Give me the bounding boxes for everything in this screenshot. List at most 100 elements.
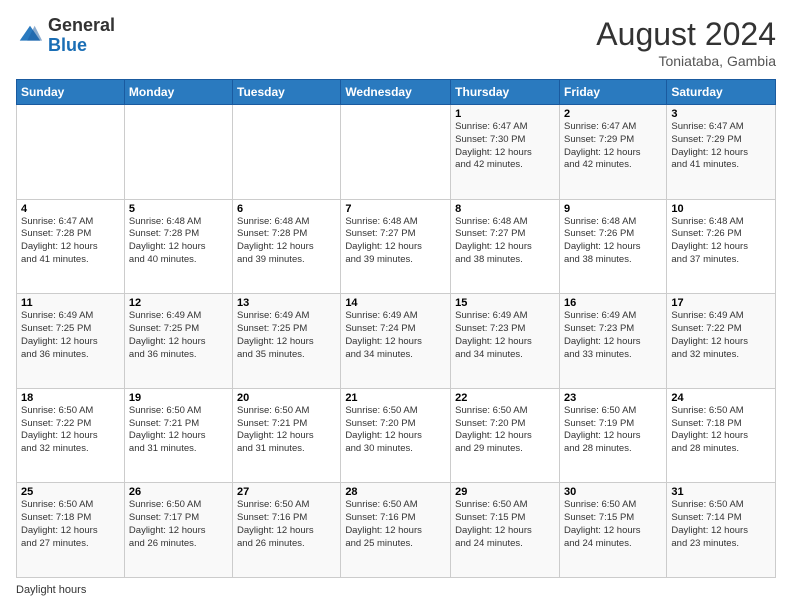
- day-number: 30: [564, 486, 662, 498]
- calendar-cell: 18Sunrise: 6:50 AM Sunset: 7:22 PM Dayli…: [17, 388, 125, 483]
- calendar-cell: 19Sunrise: 6:50 AM Sunset: 7:21 PM Dayli…: [124, 388, 232, 483]
- day-number: 4: [21, 203, 120, 215]
- day-info: Sunrise: 6:48 AM Sunset: 7:28 PM Dayligh…: [129, 216, 228, 267]
- col-saturday: Saturday: [667, 80, 776, 105]
- calendar-cell: 3Sunrise: 6:47 AM Sunset: 7:29 PM Daylig…: [667, 105, 776, 200]
- day-info: Sunrise: 6:49 AM Sunset: 7:22 PM Dayligh…: [671, 310, 771, 361]
- day-info: Sunrise: 6:50 AM Sunset: 7:16 PM Dayligh…: [345, 499, 446, 550]
- day-info: Sunrise: 6:49 AM Sunset: 7:23 PM Dayligh…: [455, 310, 555, 361]
- day-info: Sunrise: 6:47 AM Sunset: 7:29 PM Dayligh…: [671, 121, 771, 172]
- calendar-week-row: 4Sunrise: 6:47 AM Sunset: 7:28 PM Daylig…: [17, 199, 776, 294]
- day-number: 9: [564, 203, 662, 215]
- calendar-week-row: 25Sunrise: 6:50 AM Sunset: 7:18 PM Dayli…: [17, 483, 776, 578]
- calendar-cell: 27Sunrise: 6:50 AM Sunset: 7:16 PM Dayli…: [233, 483, 341, 578]
- calendar-cell: 22Sunrise: 6:50 AM Sunset: 7:20 PM Dayli…: [451, 388, 560, 483]
- calendar-table: Sunday Monday Tuesday Wednesday Thursday…: [16, 79, 776, 578]
- day-number: 17: [671, 297, 771, 309]
- day-number: 2: [564, 108, 662, 120]
- day-info: Sunrise: 6:49 AM Sunset: 7:23 PM Dayligh…: [564, 310, 662, 361]
- day-number: 26: [129, 486, 228, 498]
- day-info: Sunrise: 6:50 AM Sunset: 7:18 PM Dayligh…: [671, 405, 771, 456]
- day-number: 5: [129, 203, 228, 215]
- calendar-cell: 12Sunrise: 6:49 AM Sunset: 7:25 PM Dayli…: [124, 294, 232, 389]
- day-info: Sunrise: 6:49 AM Sunset: 7:25 PM Dayligh…: [21, 310, 120, 361]
- day-info: Sunrise: 6:50 AM Sunset: 7:15 PM Dayligh…: [455, 499, 555, 550]
- col-monday: Monday: [124, 80, 232, 105]
- day-number: 15: [455, 297, 555, 309]
- day-number: 20: [237, 392, 336, 404]
- col-sunday: Sunday: [17, 80, 125, 105]
- col-thursday: Thursday: [451, 80, 560, 105]
- day-number: 7: [345, 203, 446, 215]
- calendar-cell: [233, 105, 341, 200]
- calendar-cell: 23Sunrise: 6:50 AM Sunset: 7:19 PM Dayli…: [559, 388, 666, 483]
- day-info: Sunrise: 6:50 AM Sunset: 7:22 PM Dayligh…: [21, 405, 120, 456]
- calendar-cell: 24Sunrise: 6:50 AM Sunset: 7:18 PM Dayli…: [667, 388, 776, 483]
- calendar-cell: 30Sunrise: 6:50 AM Sunset: 7:15 PM Dayli…: [559, 483, 666, 578]
- month-year: August 2024: [596, 16, 776, 53]
- day-number: 27: [237, 486, 336, 498]
- day-number: 6: [237, 203, 336, 215]
- calendar-week-row: 11Sunrise: 6:49 AM Sunset: 7:25 PM Dayli…: [17, 294, 776, 389]
- day-number: 8: [455, 203, 555, 215]
- day-info: Sunrise: 6:50 AM Sunset: 7:20 PM Dayligh…: [345, 405, 446, 456]
- calendar-cell: 29Sunrise: 6:50 AM Sunset: 7:15 PM Dayli…: [451, 483, 560, 578]
- day-number: 29: [455, 486, 555, 498]
- calendar-cell: [124, 105, 232, 200]
- day-number: 24: [671, 392, 771, 404]
- calendar-cell: [341, 105, 451, 200]
- header: GeneralBlue August 2024 Toniataba, Gambi…: [16, 16, 776, 69]
- calendar-cell: 21Sunrise: 6:50 AM Sunset: 7:20 PM Dayli…: [341, 388, 451, 483]
- day-info: Sunrise: 6:50 AM Sunset: 7:16 PM Dayligh…: [237, 499, 336, 550]
- calendar-cell: 15Sunrise: 6:49 AM Sunset: 7:23 PM Dayli…: [451, 294, 560, 389]
- calendar-cell: 2Sunrise: 6:47 AM Sunset: 7:29 PM Daylig…: [559, 105, 666, 200]
- day-number: 21: [345, 392, 446, 404]
- calendar-cell: 11Sunrise: 6:49 AM Sunset: 7:25 PM Dayli…: [17, 294, 125, 389]
- daylight-label: Daylight hours: [16, 584, 86, 596]
- calendar-cell: 17Sunrise: 6:49 AM Sunset: 7:22 PM Dayli…: [667, 294, 776, 389]
- col-friday: Friday: [559, 80, 666, 105]
- day-info: Sunrise: 6:48 AM Sunset: 7:27 PM Dayligh…: [455, 216, 555, 267]
- day-info: Sunrise: 6:47 AM Sunset: 7:30 PM Dayligh…: [455, 121, 555, 172]
- day-info: Sunrise: 6:48 AM Sunset: 7:27 PM Dayligh…: [345, 216, 446, 267]
- day-number: 12: [129, 297, 228, 309]
- day-number: 3: [671, 108, 771, 120]
- day-number: 10: [671, 203, 771, 215]
- day-number: 23: [564, 392, 662, 404]
- day-info: Sunrise: 6:49 AM Sunset: 7:24 PM Dayligh…: [345, 310, 446, 361]
- calendar-cell: 10Sunrise: 6:48 AM Sunset: 7:26 PM Dayli…: [667, 199, 776, 294]
- calendar-cell: 13Sunrise: 6:49 AM Sunset: 7:25 PM Dayli…: [233, 294, 341, 389]
- logo-icon: [16, 22, 44, 50]
- calendar-cell: 5Sunrise: 6:48 AM Sunset: 7:28 PM Daylig…: [124, 199, 232, 294]
- logo-blue-text: Blue: [48, 35, 87, 55]
- calendar-cell: 6Sunrise: 6:48 AM Sunset: 7:28 PM Daylig…: [233, 199, 341, 294]
- calendar-week-row: 1Sunrise: 6:47 AM Sunset: 7:30 PM Daylig…: [17, 105, 776, 200]
- calendar-cell: 1Sunrise: 6:47 AM Sunset: 7:30 PM Daylig…: [451, 105, 560, 200]
- col-wednesday: Wednesday: [341, 80, 451, 105]
- day-info: Sunrise: 6:48 AM Sunset: 7:28 PM Dayligh…: [237, 216, 336, 267]
- logo-text: GeneralBlue: [48, 16, 115, 56]
- logo-general-text: General: [48, 15, 115, 35]
- calendar-cell: 9Sunrise: 6:48 AM Sunset: 7:26 PM Daylig…: [559, 199, 666, 294]
- day-number: 19: [129, 392, 228, 404]
- day-info: Sunrise: 6:50 AM Sunset: 7:17 PM Dayligh…: [129, 499, 228, 550]
- day-info: Sunrise: 6:48 AM Sunset: 7:26 PM Dayligh…: [564, 216, 662, 267]
- day-number: 18: [21, 392, 120, 404]
- calendar-cell: 25Sunrise: 6:50 AM Sunset: 7:18 PM Dayli…: [17, 483, 125, 578]
- day-info: Sunrise: 6:50 AM Sunset: 7:20 PM Dayligh…: [455, 405, 555, 456]
- calendar-cell: 20Sunrise: 6:50 AM Sunset: 7:21 PM Dayli…: [233, 388, 341, 483]
- day-number: 25: [21, 486, 120, 498]
- calendar-cell: 28Sunrise: 6:50 AM Sunset: 7:16 PM Dayli…: [341, 483, 451, 578]
- footer: Daylight hours: [16, 584, 776, 596]
- day-info: Sunrise: 6:50 AM Sunset: 7:21 PM Dayligh…: [237, 405, 336, 456]
- day-info: Sunrise: 6:50 AM Sunset: 7:21 PM Dayligh…: [129, 405, 228, 456]
- calendar-cell: 7Sunrise: 6:48 AM Sunset: 7:27 PM Daylig…: [341, 199, 451, 294]
- day-info: Sunrise: 6:47 AM Sunset: 7:29 PM Dayligh…: [564, 121, 662, 172]
- day-number: 14: [345, 297, 446, 309]
- calendar-cell: 4Sunrise: 6:47 AM Sunset: 7:28 PM Daylig…: [17, 199, 125, 294]
- day-number: 11: [21, 297, 120, 309]
- day-number: 31: [671, 486, 771, 498]
- calendar-cell: 31Sunrise: 6:50 AM Sunset: 7:14 PM Dayli…: [667, 483, 776, 578]
- calendar-cell: 26Sunrise: 6:50 AM Sunset: 7:17 PM Dayli…: [124, 483, 232, 578]
- calendar-cell: 16Sunrise: 6:49 AM Sunset: 7:23 PM Dayli…: [559, 294, 666, 389]
